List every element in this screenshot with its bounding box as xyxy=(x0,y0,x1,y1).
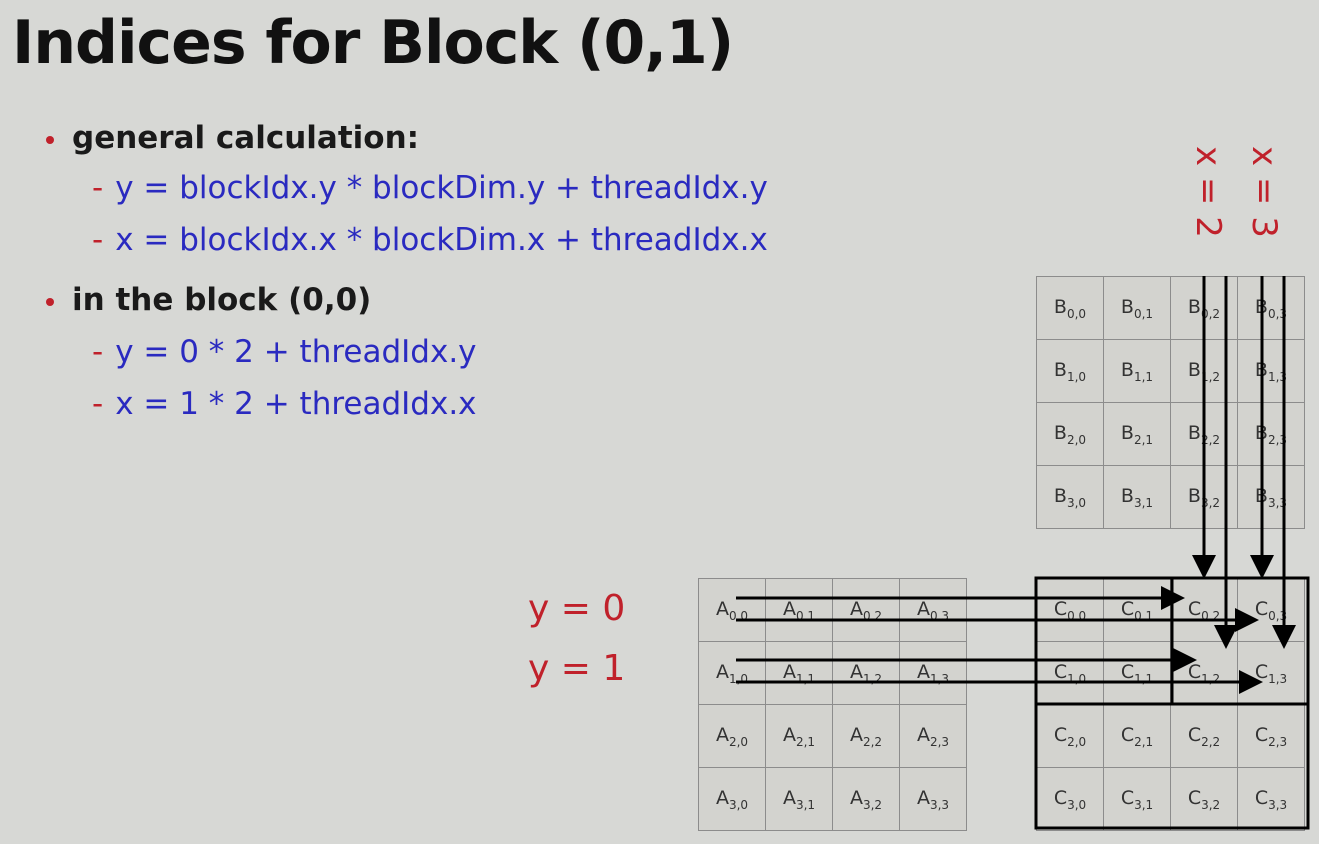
c-highlight-block xyxy=(1170,576,1310,706)
arrows-overlay xyxy=(736,276,1310,830)
